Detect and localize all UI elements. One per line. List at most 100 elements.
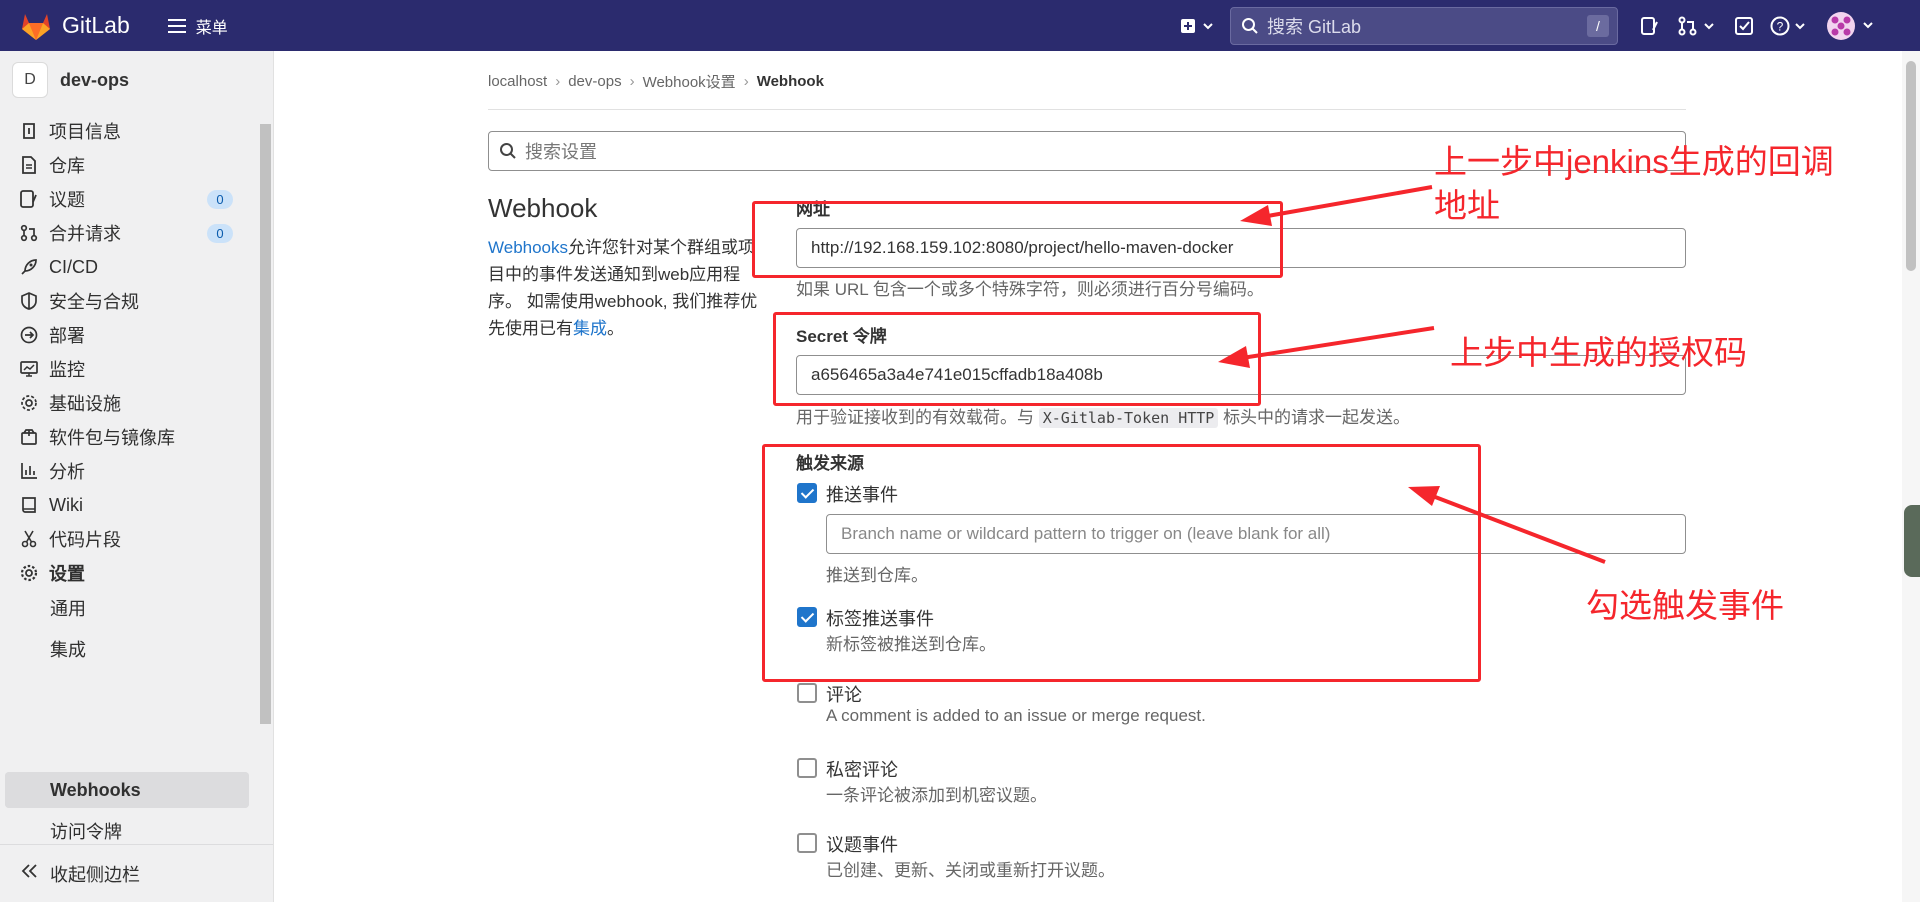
- issues-count-badge: 0: [207, 190, 233, 209]
- annotation-callback-text: 上一步中jenkins生成的回调 地址: [1434, 140, 1834, 228]
- collapse-sidebar-label: 收起侧边栏: [50, 864, 140, 885]
- sidebar-item-label: 安全与合规: [49, 292, 139, 312]
- gitlab-logo[interactable]: GitLab: [20, 11, 130, 41]
- scissors-icon: [20, 530, 38, 548]
- url-help-text: 如果 URL 包含一个或多个特殊字符，则必须进行百分号编码。: [796, 280, 1264, 299]
- webhook-section-title: Webhook: [488, 193, 598, 223]
- settings-search-placeholder: 搜索设置: [525, 142, 597, 162]
- sidebar-scrollbar[interactable]: [258, 106, 273, 786]
- confidential-comments-checkbox[interactable]: [797, 758, 817, 778]
- chevron-right-icon: ›: [743, 73, 749, 90]
- floating-side-widget[interactable]: [1904, 505, 1920, 577]
- sidebar-subitem-access-tokens[interactable]: 访问令牌: [5, 814, 249, 848]
- breadcrumb-dev-ops[interactable]: dev-ops: [568, 73, 621, 90]
- sidebar-scrollbar-thumb[interactable]: [260, 124, 271, 724]
- todos-button[interactable]: [1726, 0, 1762, 51]
- sidebar-item-monitor[interactable]: 监控: [5, 351, 249, 387]
- page-scrollbar-thumb[interactable]: [1906, 61, 1916, 271]
- sidebar-item-label: Wiki: [49, 494, 83, 515]
- new-dropdown-button[interactable]: [1174, 0, 1220, 51]
- package-icon: [20, 428, 38, 446]
- sidebar-item-settings[interactable]: 设置: [5, 555, 249, 591]
- plus-square-icon: [1181, 18, 1213, 33]
- confidential-comments-label[interactable]: 私密评论: [826, 756, 898, 782]
- chart-icon: [20, 462, 38, 480]
- secret-help-text: 用于验证接收到的有效载荷。与 X-Gitlab-Token HTTP 标头中的请…: [796, 403, 1410, 428]
- page-scrollbar[interactable]: [1902, 51, 1920, 902]
- merge-request-icon: [20, 224, 38, 242]
- breadcrumb-localhost[interactable]: localhost: [488, 73, 547, 90]
- sidebar-item-merge-requests[interactable]: 合并请求 0: [5, 215, 249, 251]
- sidebar-subitem-general[interactable]: 通用: [5, 590, 249, 626]
- breadcrumb-webhook-settings[interactable]: Webhook设置: [643, 71, 736, 92]
- issue-events-label[interactable]: 议题事件: [826, 831, 898, 857]
- sidebar-item-infrastructure[interactable]: 基础设施: [5, 385, 249, 421]
- search-placeholder: 搜索 GitLab: [1267, 16, 1362, 37]
- sidebar-item-label: 合并请求: [49, 224, 121, 244]
- sidebar-item-label: CI/CD: [49, 256, 98, 277]
- project-avatar: D: [12, 62, 48, 98]
- info-icon: [20, 122, 38, 140]
- integrations-link[interactable]: 集成: [573, 319, 607, 338]
- gitlab-tanuki-icon: [22, 13, 50, 40]
- project-name: dev-ops: [60, 69, 130, 90]
- breadcrumb-divider: [488, 109, 1686, 110]
- sidebar-item-label: 软件包与镜像库: [49, 428, 175, 448]
- sidebar-item-cicd[interactable]: CI/CD: [5, 249, 249, 285]
- double-chevron-left-icon: [20, 863, 38, 884]
- sidebar-item-repository[interactable]: 仓库: [5, 147, 249, 183]
- top-navbar: GitLab 菜单 搜索 GitLab / ?: [0, 0, 1920, 51]
- breadcrumb-current[interactable]: Webhook: [757, 73, 824, 90]
- issues-shortcut-button[interactable]: [1632, 0, 1668, 51]
- annotation-callback-line1: 上一步中jenkins生成的回调: [1434, 143, 1834, 180]
- sidebar-item-analytics[interactable]: 分析: [5, 453, 249, 489]
- sidebar-item-deployments[interactable]: 部署: [5, 317, 249, 353]
- sidebar-item-packages[interactable]: 软件包与镜像库: [5, 419, 249, 455]
- file-icon: [20, 156, 38, 174]
- annotation-callback-line2: 地址: [1434, 187, 1500, 224]
- annotation-url-box: [752, 201, 1283, 278]
- merge-request-icon: [1678, 16, 1714, 35]
- secret-help-pre: 用于验证接收到的有效载荷。与: [796, 408, 1034, 427]
- sidebar-subitem-webhooks[interactable]: Webhooks: [5, 772, 249, 808]
- book-icon: [20, 496, 38, 514]
- sidebar-item-security[interactable]: 安全与合规: [5, 283, 249, 319]
- shield-icon: [20, 292, 38, 310]
- user-menu-dropdown[interactable]: [1818, 0, 1886, 51]
- sidebar-project-header[interactable]: D dev-ops: [0, 51, 273, 109]
- annotation-trigger-text: 勾选触发事件: [1586, 587, 1784, 624]
- merge-requests-dropdown[interactable]: [1668, 0, 1726, 51]
- comments-checkbox[interactable]: [797, 683, 817, 703]
- sidebar-item-issues[interactable]: 议题 0: [5, 181, 249, 217]
- sidebar-item-label: 基础设施: [49, 394, 121, 414]
- issue-events-checkbox[interactable]: [797, 833, 817, 853]
- sidebar-item-label: 部署: [49, 326, 85, 346]
- comments-label[interactable]: 评论: [826, 681, 862, 707]
- issues-icon: [20, 190, 38, 208]
- secret-help-code: X-Gitlab-Token HTTP: [1038, 408, 1219, 428]
- annotation-secret-box: [773, 312, 1261, 406]
- sidebar-item-label: 议题: [49, 190, 85, 210]
- description-end: 。: [607, 319, 624, 338]
- comments-help: A comment is added to an issue or merge …: [826, 706, 1206, 725]
- webhooks-doc-link[interactable]: Webhooks: [488, 238, 568, 257]
- global-search-input[interactable]: 搜索 GitLab /: [1230, 6, 1618, 45]
- collapse-sidebar-button[interactable]: 收起侧边栏: [0, 844, 273, 902]
- search-icon: [500, 143, 516, 159]
- sidebar-item-label: 代码片段: [49, 530, 121, 550]
- sidebar-item-wiki[interactable]: Wiki: [5, 487, 249, 523]
- sidebar-item-snippets[interactable]: 代码片段: [5, 521, 249, 557]
- confidential-comments-help: 一条评论被添加到机密议题。: [826, 786, 1047, 805]
- issues-icon: [1641, 16, 1658, 35]
- menu-button[interactable]: 菜单: [167, 14, 228, 38]
- chevron-right-icon: ›: [555, 73, 561, 90]
- cloud-gear-icon: [20, 394, 38, 412]
- logo-text: GitLab: [62, 12, 130, 38]
- monitor-icon: [20, 360, 38, 378]
- secret-help-post: 标头中的请求一起发送。: [1223, 408, 1411, 427]
- hamburger-icon: [167, 18, 186, 33]
- sidebar-item-label: 设置: [49, 564, 85, 584]
- sidebar-item-project-info[interactable]: 项目信息: [5, 113, 249, 149]
- help-dropdown[interactable]: ?: [1762, 0, 1818, 51]
- sidebar-subitem-integrations[interactable]: 集成: [5, 631, 249, 667]
